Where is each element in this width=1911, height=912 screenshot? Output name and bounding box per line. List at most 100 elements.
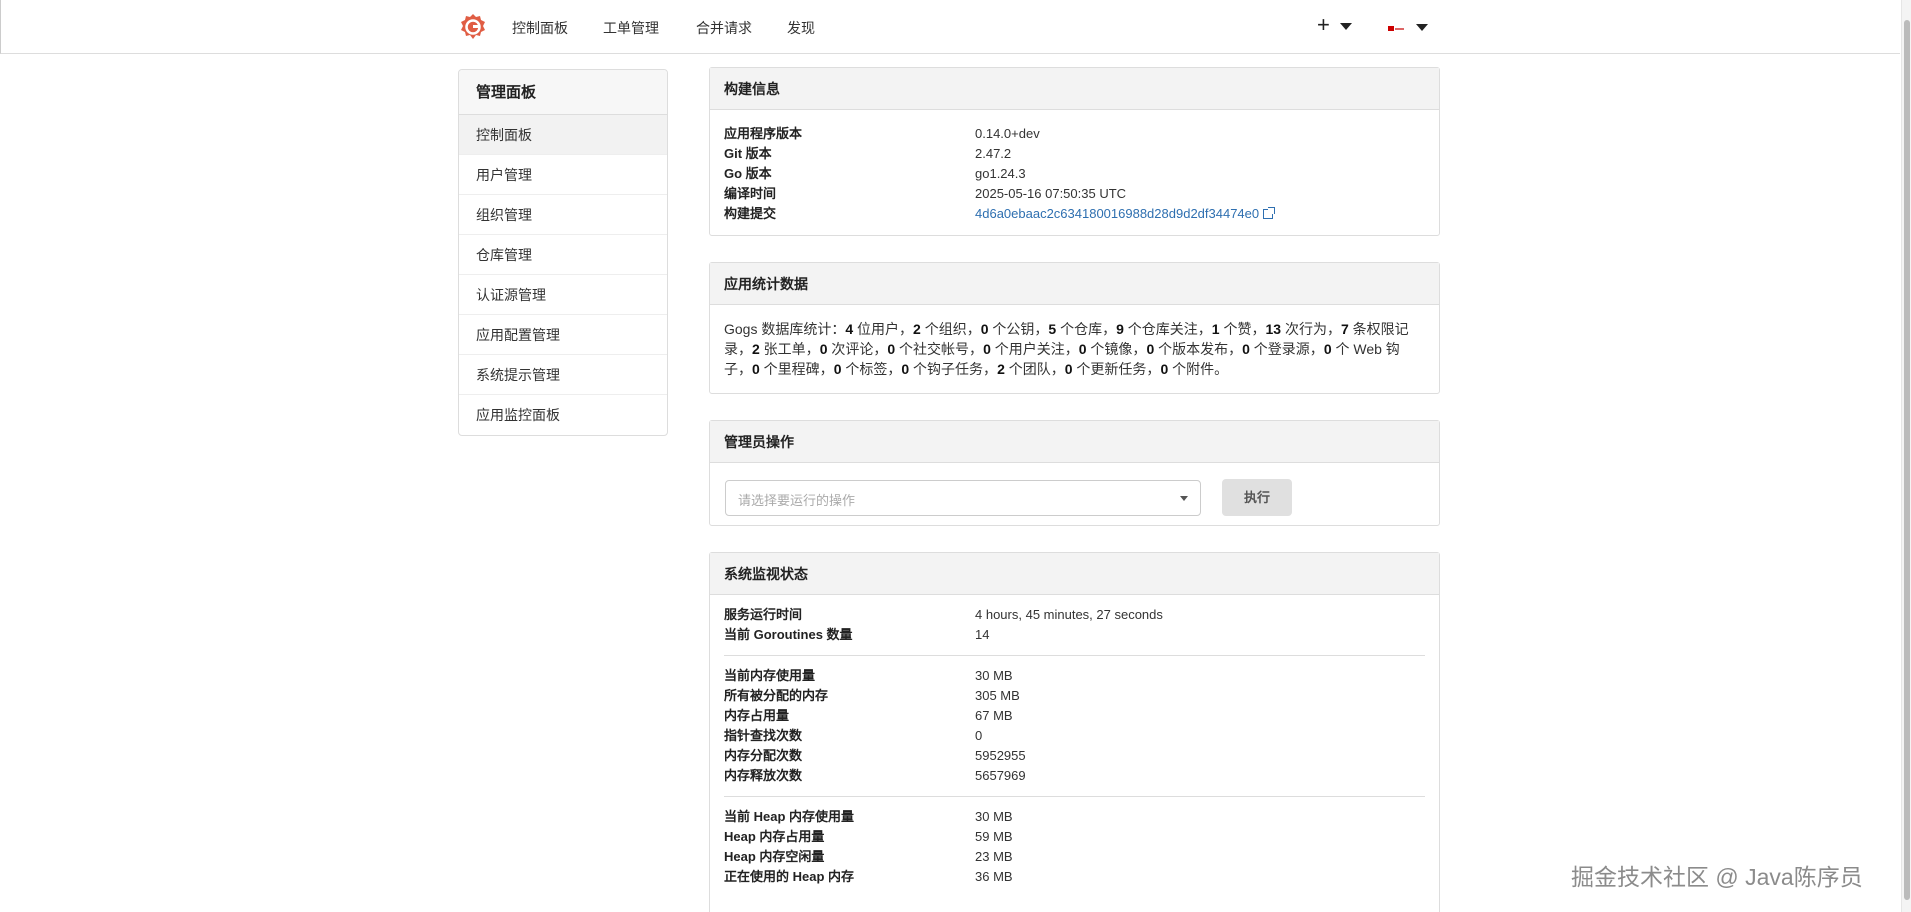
build-info-panel: 构建信息 应用程序版本 0.14.0+dev Git 版本 2.47.2 Go 版本…	[709, 67, 1440, 236]
row-value: go1.24.3	[975, 166, 1026, 181]
row-value: 4 hours, 45 minutes, 27 seconds	[975, 607, 1163, 622]
build-row-git-version: Git 版本 2.47.2	[710, 144, 1439, 164]
stat-count: 4	[845, 321, 854, 337]
stat-label: 个公钥，	[988, 321, 1049, 337]
chevron-down-icon	[1339, 22, 1352, 30]
gogs-logo-icon[interactable]	[459, 13, 487, 41]
row-key: 服务运行时间	[724, 607, 803, 622]
monitor-row: 当前内存使用量 30 MB	[710, 666, 1439, 686]
stat-label: 个版本发布，	[1154, 341, 1243, 357]
panel-title: 构建信息	[710, 68, 1439, 110]
build-row-build-time: 编译时间 2025-05-16 07:50:35 UTC	[710, 184, 1439, 204]
stat-label: 个赞，	[1219, 321, 1266, 337]
stat-label: 个仓库，	[1056, 321, 1117, 337]
stat-label: 次行为，	[1281, 321, 1341, 337]
monitor-row: 所有被分配的内存 305 MB	[710, 686, 1439, 706]
row-value: 30 MB	[975, 809, 1013, 824]
stat-count: 2	[997, 361, 1005, 377]
sidebar-item-auth-sources[interactable]: 认证源管理	[459, 275, 667, 315]
monitor-row: 当前 Heap 内存使用量 30 MB	[710, 807, 1439, 827]
stat-count: 0	[752, 361, 760, 377]
row-value: 30 MB	[975, 668, 1013, 683]
monitor-row: 内存分配次数 5952955	[710, 746, 1439, 766]
nav-pull-requests[interactable]: 合并请求	[696, 18, 752, 38]
monitor-body: 服务运行时间 4 hours, 45 minutes, 27 seconds 当前 …	[710, 595, 1439, 887]
stat-label: 张工单，	[759, 341, 820, 357]
sidebar-item-users[interactable]: 用户管理	[459, 155, 667, 195]
stat-count: 0	[1078, 341, 1087, 357]
row-value: 5952955	[975, 748, 1026, 763]
stats-text: Gogs 数据库统计：4 位用户，2 个组织，0 个公钥，5 个仓库，9 个仓库…	[710, 305, 1439, 393]
row-value: 2.47.2	[975, 146, 1012, 161]
panel-title: 管理员操作	[710, 421, 1439, 463]
sidebar-item-orgs[interactable]: 组织管理	[459, 195, 667, 235]
row-key: 当前内存使用量	[724, 668, 816, 683]
row-value: 0.14.0+dev	[975, 126, 1040, 141]
stat-label: 个更新任务，	[1072, 361, 1161, 377]
row-value: 14	[975, 627, 990, 642]
row-key: Heap 内存占用量	[724, 829, 825, 844]
row-key: Heap 内存空闲量	[724, 849, 825, 864]
create-dropdown[interactable]: +	[1317, 12, 1352, 38]
monitor-row: 服务运行时间 4 hours, 45 minutes, 27 seconds	[710, 605, 1439, 625]
stat-count: 0	[1242, 341, 1250, 357]
row-value: 0	[975, 728, 983, 743]
row-value: 36 MB	[975, 869, 1013, 884]
row-key: 当前 Heap 内存使用量	[724, 809, 855, 824]
row-value: 59 MB	[975, 829, 1013, 844]
panel-title: 应用统计数据	[710, 263, 1439, 305]
row-value: 67 MB	[975, 708, 1013, 723]
stat-label: 个团队，	[1004, 361, 1065, 377]
row-value: 2025-05-16 07:50:35 UTC	[975, 186, 1127, 201]
watermark: 掘金技术社区 @ Java陈序员	[1571, 864, 1863, 890]
stat-count: 0	[983, 341, 991, 357]
select-placeholder: 请选择要运行的操作	[738, 493, 856, 508]
monitor-row: 当前 Goroutines 数量 14	[710, 625, 1439, 645]
row-key: 指针查找次数	[724, 728, 803, 743]
sidebar-item-notices[interactable]: 系统提示管理	[459, 355, 667, 395]
chevron-down-icon	[1416, 23, 1428, 31]
admin-sidebar: 管理面板 控制面板 用户管理 组织管理 仓库管理 认证源管理 应用配置管理 系统…	[458, 69, 668, 436]
monitor-row: 内存占用量 67 MB	[710, 706, 1439, 726]
row-key: 正在使用的 Heap 内存	[724, 869, 855, 884]
external-link-icon[interactable]	[1263, 207, 1276, 219]
plus-icon: +	[1317, 12, 1330, 37]
build-row-app-version: 应用程序版本 0.14.0+dev	[710, 124, 1439, 144]
nav-issues[interactable]: 工单管理	[603, 18, 659, 38]
stat-label: 个用户关注，	[990, 341, 1079, 357]
avatar	[1386, 19, 1406, 35]
panel-title: 系统监视状态	[710, 553, 1439, 595]
build-row-go-version: Go 版本 go1.24.3	[710, 164, 1439, 184]
scrollbar-thumb[interactable]	[1904, 20, 1910, 900]
sidebar-item-monitor[interactable]: 应用监控面板	[459, 395, 667, 435]
operation-select[interactable]: 请选择要运行的操作	[725, 480, 1201, 516]
stat-count: 13	[1265, 321, 1282, 337]
row-key: 内存占用量	[724, 708, 790, 723]
commit-link[interactable]: 4d6a0ebaac2c634180016988d28d9d2df34474e0	[975, 206, 1259, 221]
stat-label: 位用户，	[853, 321, 914, 337]
stat-count: 9	[1116, 321, 1124, 337]
user-menu-dropdown[interactable]	[1386, 18, 1428, 35]
scrollbar[interactable]	[1901, 0, 1911, 912]
monitor-row: 内存释放次数 5657969	[710, 766, 1439, 786]
nav-dashboard[interactable]: 控制面板	[512, 18, 568, 38]
stat-label: 个钩子任务，	[909, 361, 998, 377]
section-divider	[724, 796, 1425, 797]
monitor-row: 正在使用的 Heap 内存 36 MB	[710, 867, 1439, 887]
stat-count: 0	[1064, 361, 1073, 377]
stat-count: 2	[752, 341, 760, 357]
sidebar-item-repos[interactable]: 仓库管理	[459, 235, 667, 275]
section-divider	[724, 655, 1425, 656]
top-navbar: 控制面板 工单管理 合并请求 发现 +	[0, 0, 1900, 54]
row-key: 应用程序版本	[724, 126, 803, 141]
sidebar-item-dashboard[interactable]: 控制面板	[459, 115, 667, 155]
row-value: 305 MB	[975, 688, 1020, 703]
sidebar-item-config[interactable]: 应用配置管理	[459, 315, 667, 355]
run-button[interactable]: 执行	[1222, 479, 1292, 516]
stat-count: 2	[913, 321, 921, 337]
monitor-row: Heap 内存空闲量 23 MB	[710, 847, 1439, 867]
row-key: 所有被分配的内存	[724, 688, 829, 703]
stat-count: 0	[887, 341, 896, 357]
dropdown-caret-icon	[1180, 496, 1188, 501]
nav-explore[interactable]: 发现	[787, 18, 815, 38]
